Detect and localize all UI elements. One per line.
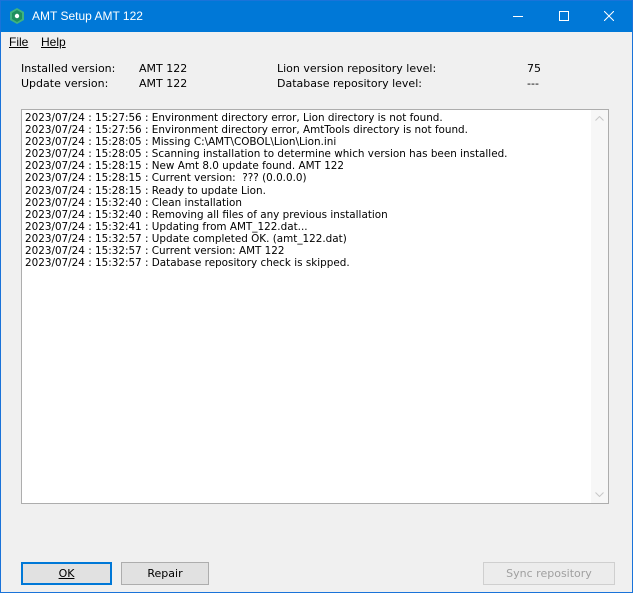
installed-version-label: Installed version: [21, 62, 116, 75]
maximize-icon [559, 11, 569, 21]
installed-version-value: AMT 122 [139, 62, 188, 75]
close-button[interactable] [586, 1, 632, 32]
log-line: 2023/07/24 : 15:27:56 : Environment dire… [25, 112, 443, 124]
log-line: 2023/07/24 : 15:28:15 : Current version:… [25, 172, 307, 185]
repair-button-label: Repair [147, 567, 183, 580]
update-version-value: AMT 122 [139, 77, 188, 90]
log-line: 2023/07/24 : 15:32:57 : Update completed… [25, 232, 347, 245]
log-line: 2023/07/24 : 15:28:05 : Scanning install… [25, 148, 508, 161]
setup-window: AMT Setup AMT 122 File Help Installed ve… [0, 0, 633, 593]
log-line: 2023/07/24 : 15:32:57 : Current version:… [25, 245, 285, 258]
title-bar[interactable]: AMT Setup AMT 122 [1, 1, 632, 32]
log-line: 2023/07/24 : 15:32:41 : Updating from AM… [25, 220, 308, 233]
menu-help[interactable]: Help [41, 35, 66, 49]
log-line: 2023/07/24 : 15:28:15 : Ready to update … [25, 184, 266, 197]
minimize-button[interactable] [495, 1, 541, 32]
lion-repo-level-label: Lion version repository level: [277, 62, 437, 75]
sync-repository-button[interactable]: Sync repository [483, 562, 615, 585]
log-lines: 2023/07/24 : 15:27:56 : Environment dire… [25, 112, 590, 269]
close-icon [604, 11, 614, 21]
menu-bar: File Help [1, 32, 632, 52]
scroll-up-button[interactable] [591, 110, 608, 127]
log-line: 2023/07/24 : 15:28:05 : Missing C:\AMT\C… [25, 136, 337, 149]
update-version-label: Update version: [21, 77, 109, 90]
scroll-down-button[interactable] [591, 486, 608, 503]
menu-file-label: File [9, 35, 29, 49]
app-logo-icon [10, 8, 24, 24]
log-line: 2023/07/24 : 15:32:57 : Database reposit… [25, 257, 350, 270]
lion-repo-level-value: 75 [527, 62, 541, 75]
log-line: 2023/07/24 : 15:28:15 : New Amt 8.0 upda… [25, 160, 345, 173]
log-line: 2023/07/24 : 15:27:56 : Environment dire… [25, 124, 468, 137]
db-repo-level-label: Database repository level: [277, 77, 422, 90]
chevron-down-icon [595, 492, 604, 497]
sync-repository-button-label: Sync repository [506, 567, 592, 580]
main-content: Installed version: AMT 122 Update versio… [1, 52, 632, 592]
menu-help-label: Help [41, 35, 66, 49]
window-title: AMT Setup AMT 122 [32, 9, 143, 23]
maximize-button[interactable] [541, 1, 587, 32]
log-line: 2023/07/24 : 15:32:40 : Removing all fil… [25, 208, 388, 221]
ok-button[interactable]: OK [21, 562, 112, 585]
log-textbox[interactable]: 2023/07/24 : 15:27:56 : Environment dire… [21, 109, 609, 504]
log-line: 2023/07/24 : 15:32:40 : Clean installati… [25, 196, 242, 209]
minimize-icon [513, 16, 523, 17]
chevron-up-icon [595, 116, 604, 121]
db-repo-level-value: --- [527, 77, 539, 90]
ok-button-label: OK [58, 567, 75, 580]
repair-button[interactable]: Repair [121, 562, 209, 585]
menu-file[interactable]: File [9, 35, 28, 49]
log-scrollbar[interactable] [591, 110, 608, 503]
